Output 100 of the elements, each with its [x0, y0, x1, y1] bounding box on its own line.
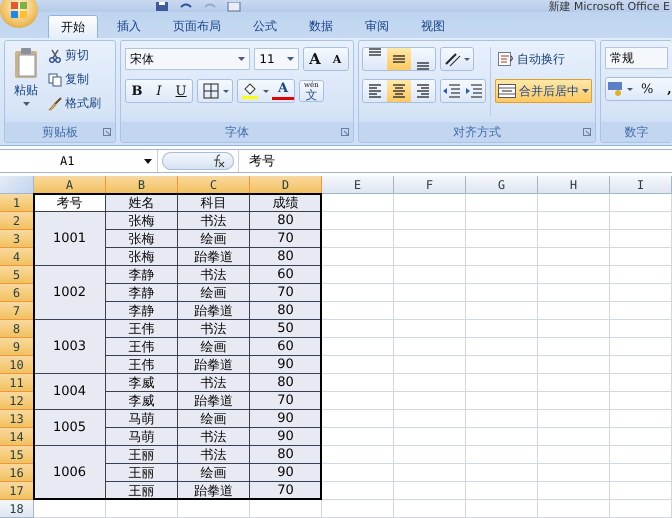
empty-cell: [466, 230, 538, 248]
number-format-field[interactable]: 常规: [605, 47, 668, 69]
percent-button[interactable]: %: [636, 78, 658, 100]
column-header[interactable]: A: [34, 176, 106, 194]
dialog-launcher-icon[interactable]: [103, 128, 111, 136]
save-icon[interactable]: [155, 2, 169, 12]
fx-icon[interactable]: [211, 154, 225, 168]
exam-number-cell: 1001: [34, 212, 106, 266]
exam-number-cell: 1006: [34, 446, 106, 500]
name-cell: 王伟: [106, 356, 178, 374]
vertical-align-button[interactable]: [387, 48, 411, 70]
row-header[interactable]: 8: [0, 320, 34, 338]
row-header[interactable]: 17: [0, 482, 34, 500]
ribbon-tab[interactable]: 视图: [408, 15, 458, 38]
row-header[interactable]: 7: [0, 302, 34, 320]
row-header[interactable]: 2: [0, 212, 34, 230]
column-header[interactable]: F: [394, 176, 466, 194]
empty-cell: [538, 338, 610, 356]
empty-cell: [538, 392, 610, 410]
italic-button[interactable]: I: [148, 80, 170, 102]
paintbrush-icon: [48, 96, 62, 110]
shrink-font-button[interactable]: A: [326, 48, 348, 70]
empty-cell: [394, 500, 466, 518]
empty-cell: [250, 500, 322, 518]
font-name-field[interactable]: 宋体: [125, 48, 250, 70]
font-size-field[interactable]: 11: [254, 48, 299, 70]
row-header[interactable]: 6: [0, 284, 34, 302]
row-header[interactable]: 5: [0, 266, 34, 284]
paste-button[interactable]: 粘贴: [9, 45, 43, 118]
ribbon-tab[interactable]: 开始: [48, 15, 98, 38]
ribbon-tab[interactable]: 数据: [296, 15, 346, 38]
merge-center-button[interactable]: 合并后居中: [495, 79, 592, 103]
row-header[interactable]: 16: [0, 464, 34, 482]
subject-cell: 跆拳道: [178, 356, 250, 374]
ribbon-tab[interactable]: 页面布局: [160, 15, 234, 38]
name-cell: 马萌: [106, 410, 178, 428]
score-cell: 50: [250, 320, 322, 338]
wrap-text-button[interactable]: 自动换行: [495, 47, 592, 71]
formula-field[interactable]: 考号: [238, 150, 672, 172]
exam-number-cell: 1002: [34, 266, 106, 320]
row-header[interactable]: 10: [0, 356, 34, 374]
row-header[interactable]: 9: [0, 338, 34, 356]
empty-cell: [610, 392, 672, 410]
column-header[interactable]: E: [322, 176, 394, 194]
empty-cell: [538, 230, 610, 248]
caret-icon: [582, 89, 589, 93]
merge-cells-icon: [498, 84, 516, 98]
ribbon-tab[interactable]: 公式: [240, 15, 290, 38]
header-cell: 姓名: [106, 194, 178, 212]
ribbon-tab[interactable]: 插入: [104, 15, 154, 38]
grow-font-button[interactable]: A: [304, 48, 326, 70]
ribbon-tab[interactable]: 审阅: [352, 15, 402, 38]
dialog-launcher-icon[interactable]: [583, 128, 591, 136]
cut-button[interactable]: 剪切: [45, 45, 104, 66]
subject-cell: 绘画: [178, 284, 250, 302]
underline-button[interactable]: U: [170, 80, 192, 102]
row-header[interactable]: 15: [0, 446, 34, 464]
column-header[interactable]: D: [250, 176, 322, 194]
copy-button[interactable]: 复制: [45, 69, 104, 90]
column-header[interactable]: B: [106, 176, 178, 194]
name-cell: 李静: [106, 302, 178, 320]
comma-button[interactable]: ,: [658, 78, 672, 100]
window-title: 新建 Microsoft Office E: [548, 1, 670, 12]
empty-cell: [394, 212, 466, 230]
subject-cell: 书法: [178, 266, 250, 284]
row-header[interactable]: 14: [0, 428, 34, 446]
score-cell: 90: [250, 464, 322, 482]
empty-cell: [610, 410, 672, 428]
row-header[interactable]: 18: [0, 500, 34, 518]
row-header[interactable]: 12: [0, 392, 34, 410]
row-header[interactable]: 4: [0, 248, 34, 266]
horizontal-align-button[interactable]: [387, 80, 411, 102]
bold-button[interactable]: B: [126, 80, 148, 102]
empty-cell: [466, 284, 538, 302]
empty-cell: [466, 500, 538, 518]
subject-cell: 跆拳道: [178, 248, 250, 266]
name-box[interactable]: A1: [0, 150, 158, 172]
empty-cell: [466, 248, 538, 266]
column-header[interactable]: I: [610, 176, 672, 194]
header-cell: 考号: [34, 194, 106, 212]
dialog-launcher-icon[interactable]: [341, 128, 349, 136]
row-header[interactable]: 3: [0, 230, 34, 248]
align-lines-icon: [369, 84, 381, 98]
name-cell: 王伟: [106, 338, 178, 356]
format-painter-button[interactable]: 格式刷: [45, 93, 104, 114]
empty-cell: [538, 446, 610, 464]
row-header[interactable]: 11: [0, 374, 34, 392]
column-header[interactable]: C: [178, 176, 250, 194]
score-cell: 70: [250, 392, 322, 410]
column-header[interactable]: G: [466, 176, 538, 194]
column-header[interactable]: H: [538, 176, 610, 194]
score-cell: 80: [250, 248, 322, 266]
empty-cell: [466, 482, 538, 500]
row-header[interactable]: 1: [0, 194, 34, 212]
score-cell: 60: [250, 266, 322, 284]
row-header[interactable]: 13: [0, 410, 34, 428]
empty-cell: [610, 500, 672, 518]
align-lines-icon: [393, 84, 405, 98]
empty-cell: [466, 194, 538, 212]
empty-cell: [538, 374, 610, 392]
